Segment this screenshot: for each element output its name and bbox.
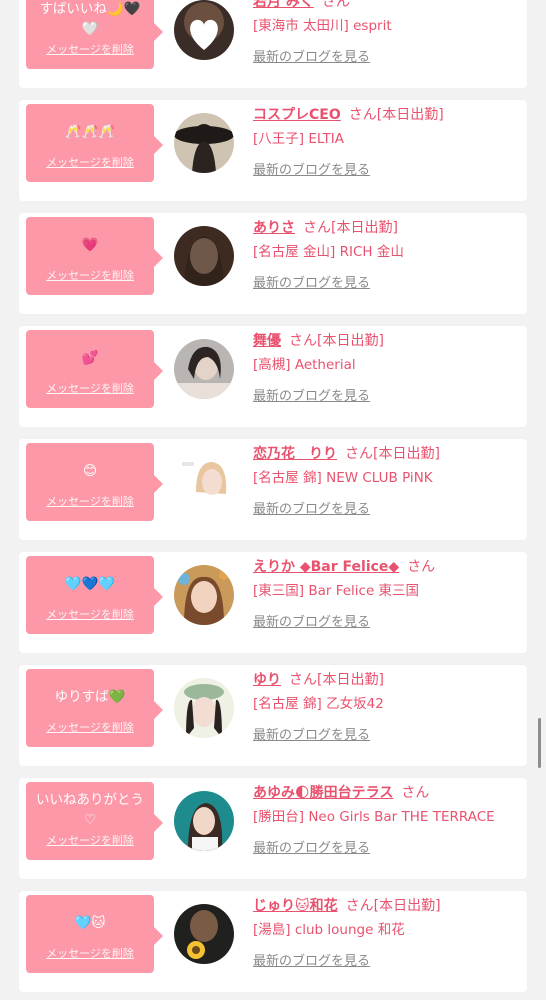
shop-name: [高槻] Aetherial — [253, 357, 356, 373]
favorite-card: ゆりすば💚 メッセージを削除 ゆり さん[本日出勤] [名古屋 錦] 乙女坂42 … — [19, 665, 527, 766]
name-line: 舞優 さん[本日出勤] — [253, 330, 384, 352]
honorific: さん — [289, 333, 317, 349]
avatar[interactable] — [174, 791, 234, 851]
message-text: 🩵💙🩵 — [64, 576, 116, 592]
work-status: [本日出勤] — [331, 220, 398, 236]
honorific: さん — [348, 107, 377, 123]
shop-name: [名古屋 錦] 乙女坂42 — [253, 696, 384, 712]
girl-name-link[interactable]: 舞優 — [253, 333, 281, 349]
latest-blog-link[interactable]: 最新のブログを見る — [253, 49, 370, 67]
name-line: あゆみ🌓勝田台テラス さん — [253, 782, 429, 804]
latest-blog-link[interactable]: 最新のブログを見る — [253, 953, 370, 971]
delete-message-link[interactable]: メッセージを削除 — [26, 269, 154, 283]
favorite-card: 🩵🐱 メッセージを削除 じゅり🐱和花 さん[本日出勤] [湯島] club lou… — [19, 891, 527, 992]
delete-message-link[interactable]: メッセージを削除 — [26, 834, 154, 848]
delete-message-link[interactable]: メッセージを削除 — [26, 495, 154, 509]
latest-blog-link[interactable]: 最新のブログを見る — [253, 614, 370, 632]
delete-message-link[interactable]: メッセージを削除 — [26, 156, 154, 170]
shop-name: [名古屋 金山] RICH 金山 — [253, 244, 404, 260]
work-status: [本日出勤] — [373, 446, 440, 462]
message-text: いいねありがとう♡ — [36, 792, 144, 828]
name-line: ありさ さん[本日出勤] — [253, 217, 398, 239]
message-text: 💕 — [81, 350, 99, 366]
favorite-card: 😊 メッセージを削除 恋乃花 りり さん[本日出勤] [名古屋 錦] NEW CL… — [19, 439, 527, 540]
honorific: さん — [407, 559, 436, 575]
favorite-card: すばいいね🌙🖤🤍 メッセージを削除 若月 みく さん [東海市 太田川] espr… — [19, 0, 527, 88]
name-line: えりか ◆Bar Felice◆ さん — [253, 556, 435, 578]
honorific: さん — [345, 898, 374, 914]
name-line: ゆり さん[本日出勤] — [253, 669, 384, 691]
latest-blog-link[interactable]: 最新のブログを見る — [253, 275, 370, 293]
avatar[interactable] — [174, 339, 234, 399]
scrollbar[interactable] — [538, 718, 541, 768]
shop-name: [勝田台] Neo Girls Bar THE TERRACE — [253, 809, 495, 825]
message-text: 💗 — [81, 237, 99, 253]
girl-name-link[interactable]: えりか ◆Bar Felice◆ — [253, 559, 399, 575]
name-line: じゅり🐱和花 さん[本日出勤] — [253, 895, 441, 917]
girl-name-link[interactable]: コスプレCEO — [253, 107, 341, 123]
avatar[interactable] — [174, 452, 234, 512]
message-text: 🩵🐱 — [74, 915, 106, 931]
work-status: [本日出勤] — [373, 898, 441, 914]
message-bubble: 🩵💙🩵 メッセージを削除 — [26, 556, 163, 634]
delete-message-link[interactable]: メッセージを削除 — [26, 721, 154, 735]
avatar[interactable] — [174, 904, 234, 964]
latest-blog-link[interactable]: 最新のブログを見る — [253, 162, 370, 180]
shop-name: [名古屋 錦] NEW CLUB PiNK — [253, 470, 433, 486]
honorific: さん — [321, 0, 350, 10]
favorite-card: 💕 メッセージを削除 舞優 さん[本日出勤] [高槻] Aetherial 最新の… — [19, 326, 527, 427]
avatar[interactable] — [174, 0, 234, 60]
name-line: 恋乃花 りり さん[本日出勤] — [253, 443, 440, 465]
message-text: 😊 — [82, 463, 98, 479]
delete-message-link[interactable]: メッセージを削除 — [26, 43, 154, 57]
favorite-card: 🩵💙🩵 メッセージを削除 えりか ◆Bar Felice◆ さん [東三国] Ba… — [19, 552, 527, 653]
avatar[interactable] — [174, 678, 234, 738]
message-bubble: 🥂🥂🥂 メッセージを削除 — [26, 104, 163, 182]
delete-message-link[interactable]: メッセージを削除 — [26, 947, 154, 961]
honorific: さん — [345, 446, 373, 462]
latest-blog-link[interactable]: 最新のブログを見る — [253, 501, 370, 519]
girl-name-link[interactable]: あゆみ🌓勝田台テラス — [253, 785, 393, 801]
work-status: [本日出勤] — [317, 333, 384, 349]
work-status: [本日出勤] — [376, 107, 444, 123]
girl-name-link[interactable]: ありさ — [253, 220, 295, 236]
message-bubble: ゆりすば💚 メッセージを削除 — [26, 669, 163, 747]
avatar[interactable] — [174, 565, 234, 625]
shop-name: [湯島] club lounge 和花 — [253, 922, 405, 938]
message-bubble: いいねありがとう♡ メッセージを削除 — [26, 782, 163, 860]
message-text: すばいいね🌙🖤🤍 — [39, 1, 141, 37]
honorific: さん — [289, 672, 317, 688]
girl-name-link[interactable]: じゅり🐱和花 — [253, 898, 338, 914]
message-bubble: 💕 メッセージを削除 — [26, 330, 163, 408]
avatar[interactable] — [174, 113, 234, 173]
name-line: 若月 みく さん — [253, 0, 350, 13]
girl-name-link[interactable]: 恋乃花 りり — [253, 446, 337, 462]
favorite-card: 🥂🥂🥂 メッセージを削除 コスプレCEO さん[本日出勤] [八王子] ELTIA… — [19, 100, 527, 201]
message-text: 🥂🥂🥂 — [64, 124, 116, 140]
shop-name: [八王子] ELTIA — [253, 131, 344, 147]
favorite-card: いいねありがとう♡ メッセージを削除 あゆみ🌓勝田台テラス さん [勝田台] Ne… — [19, 778, 527, 879]
shop-name: [東三国] Bar Felice 東三国 — [253, 583, 420, 599]
latest-blog-link[interactable]: 最新のブログを見る — [253, 388, 370, 406]
work-status: [本日出勤] — [317, 672, 384, 688]
delete-message-link[interactable]: メッセージを削除 — [26, 608, 154, 622]
girl-name-link[interactable]: 若月 みく — [253, 0, 314, 10]
shop-name: [東海市 太田川] esprit — [253, 18, 392, 34]
message-text: ゆりすば💚 — [54, 689, 126, 705]
favorite-card: 💗 メッセージを削除 ありさ さん[本日出勤] [名古屋 金山] RICH 金山 … — [19, 213, 527, 314]
latest-blog-link[interactable]: 最新のブログを見る — [253, 840, 370, 858]
delete-message-link[interactable]: メッセージを削除 — [26, 382, 154, 396]
honorific: さん — [303, 220, 331, 236]
message-bubble: 🩵🐱 メッセージを削除 — [26, 895, 163, 973]
message-bubble: 😊 メッセージを削除 — [26, 443, 163, 521]
message-list: すばいいね🌙🖤🤍 メッセージを削除 若月 みく さん [東海市 太田川] espr… — [0, 0, 546, 1000]
girl-name-link[interactable]: ゆり — [253, 672, 281, 688]
latest-blog-link[interactable]: 最新のブログを見る — [253, 727, 370, 745]
message-bubble: すばいいね🌙🖤🤍 メッセージを削除 — [26, 0, 163, 69]
honorific: さん — [401, 785, 430, 801]
message-bubble: 💗 メッセージを削除 — [26, 217, 163, 295]
name-line: コスプレCEO さん[本日出勤] — [253, 104, 444, 126]
avatar[interactable] — [174, 226, 234, 286]
